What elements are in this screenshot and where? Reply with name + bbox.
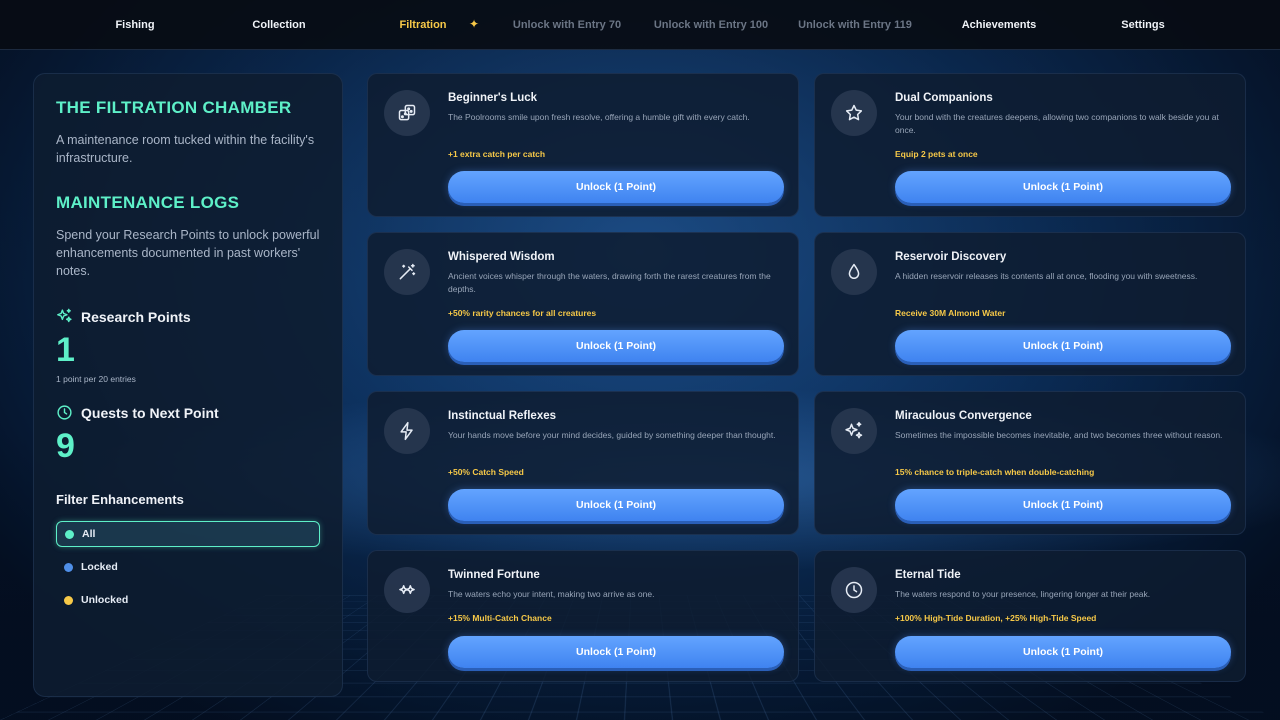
filter-all[interactable]: All [56,521,320,547]
unlock-button[interactable]: Unlock (1 Point) [448,330,784,362]
card-description: The waters respond to your presence, lin… [895,589,1151,599]
card-title: Dual Companions [895,92,993,104]
enhancement-card-miraculous-convergence: Miraculous Convergence Sometimes the imp… [814,391,1246,535]
tab-unlock-entry-100[interactable]: Unlock with Entry 100 [639,19,783,31]
card-description: The waters echo your intent, making two … [448,589,655,599]
info-panel: THE FILTRATION CHAMBER A maintenance roo… [33,73,343,697]
card-effect: +15% Multi-Catch Chance [448,613,552,623]
unlock-button[interactable]: Unlock (1 Point) [895,171,1231,203]
card-title: Twinned Fortune [448,569,540,581]
card-effect: +50% rarity chances for all creatures [448,308,597,318]
filter-all-dot [65,529,74,539]
card-title: Whispered Wisdom [448,251,555,263]
chamber-title: THE FILTRATION CHAMBER [56,98,292,117]
sparkles-icon [57,308,72,323]
card-title: Instinctual Reflexes [448,410,557,422]
filter-unlocked-label: Unlocked [81,594,129,606]
twin-sparkle-icon [384,567,430,613]
magic-wand-icon [384,249,430,295]
clock-icon [57,405,72,420]
dice-icon [384,90,430,136]
filter-locked-label: Locked [81,561,118,573]
logs-description: Spend your Research Points to unlock pow… [56,228,320,278]
sparkle-icon: ✦ [469,16,480,31]
tab-filtration-label: Filtration [399,18,447,31]
research-points-label: Research Points [81,308,191,325]
card-title: Reservoir Discovery [895,251,1007,263]
card-title: Eternal Tide [895,569,961,581]
unlock-button[interactable]: Unlock (1 Point) [448,489,784,521]
filter-locked[interactable]: Locked [56,554,320,580]
clock-icon [831,567,877,613]
card-description: Your hands move before your mind decides… [448,430,776,440]
filter-all-label: All [82,528,96,540]
enhancement-card-dual-companions: Dual Companions Your bond with the creat… [814,73,1246,217]
logs-title: MAINTENANCE LOGS [56,193,240,212]
card-description: The Poolrooms smile upon fresh resolve, … [448,112,750,122]
card-effect: +50% Catch Speed [448,467,524,477]
tab-achievements[interactable]: Achievements [927,19,1071,31]
quests-label: Quests to Next Point [81,404,219,421]
enhancement-card-eternal-tide: Eternal Tide The waters respond to your … [814,550,1246,682]
quests-value: 9 [56,427,75,465]
card-description: Ancient voices whisper through the water… [448,271,771,294]
quests-header: Quests to Next Point [56,404,320,421]
enhancement-card-reservoir-discovery: Reservoir Discovery A hidden reservoir r… [814,232,1246,376]
tab-unlock-entry-119[interactable]: Unlock with Entry 119 [783,19,927,31]
research-points-value: 1 [56,331,75,369]
tab-filtration[interactable]: Filtration ✦ [351,16,495,31]
tab-fishing[interactable]: Fishing [63,19,207,31]
enhancement-card-twinned-fortune: Twinned Fortune The waters echo your int… [367,550,799,682]
tab-unlock-entry-70[interactable]: Unlock with Entry 70 [495,19,639,31]
card-effect: +1 extra catch per catch [448,149,546,159]
unlock-button[interactable]: Unlock (1 Point) [448,636,784,668]
tab-settings[interactable]: Settings [1071,19,1215,31]
card-title: Beginner's Luck [448,92,538,104]
filter-title: Filter Enhancements [56,492,184,507]
lightning-icon [384,408,430,454]
enhancement-card-instinctual-reflexes: Instinctual Reflexes Your hands move bef… [367,391,799,535]
unlock-button[interactable]: Unlock (1 Point) [448,171,784,203]
droplet-icon [831,249,877,295]
filter-unlocked-dot [64,595,73,605]
card-effect: Receive 30M Almond Water [895,308,1006,318]
sparkles-icon [831,408,877,454]
research-points-header: Research Points [56,308,320,325]
card-effect: Equip 2 pets at once [895,149,978,159]
filter-unlocked[interactable]: Unlocked [56,587,320,613]
unlock-button[interactable]: Unlock (1 Point) [895,636,1231,668]
filter-list: All Locked Unlocked [56,521,320,613]
enhancement-card-whispered-wisdom: Whispered Wisdom Ancient voices whisper … [367,232,799,376]
filter-locked-dot [64,562,73,572]
card-description: Sometimes the impossible becomes inevita… [895,430,1223,440]
top-nav: Fishing Collection Filtration ✦ Unlock w… [0,0,1280,50]
unlock-button[interactable]: Unlock (1 Point) [895,330,1231,362]
chamber-description: A maintenance room tucked within the fac… [56,133,315,165]
card-title: Miraculous Convergence [895,410,1032,422]
card-description: A hidden reservoir releases its contents… [895,271,1198,281]
research-points-rate: 1 point per 20 entries [56,374,136,384]
unlock-button[interactable]: Unlock (1 Point) [895,489,1231,521]
tab-collection[interactable]: Collection [207,19,351,31]
card-effect: 15% chance to triple-catch when double-c… [895,467,1095,477]
card-effect: +100% High-Tide Duration, +25% High-Tide… [895,613,1097,623]
card-description: Your bond with the creatures deepens, al… [895,112,1219,135]
enhancement-card-beginners-luck: Beginner's Luck The Poolrooms smile upon… [367,73,799,217]
star-icon [831,90,877,136]
